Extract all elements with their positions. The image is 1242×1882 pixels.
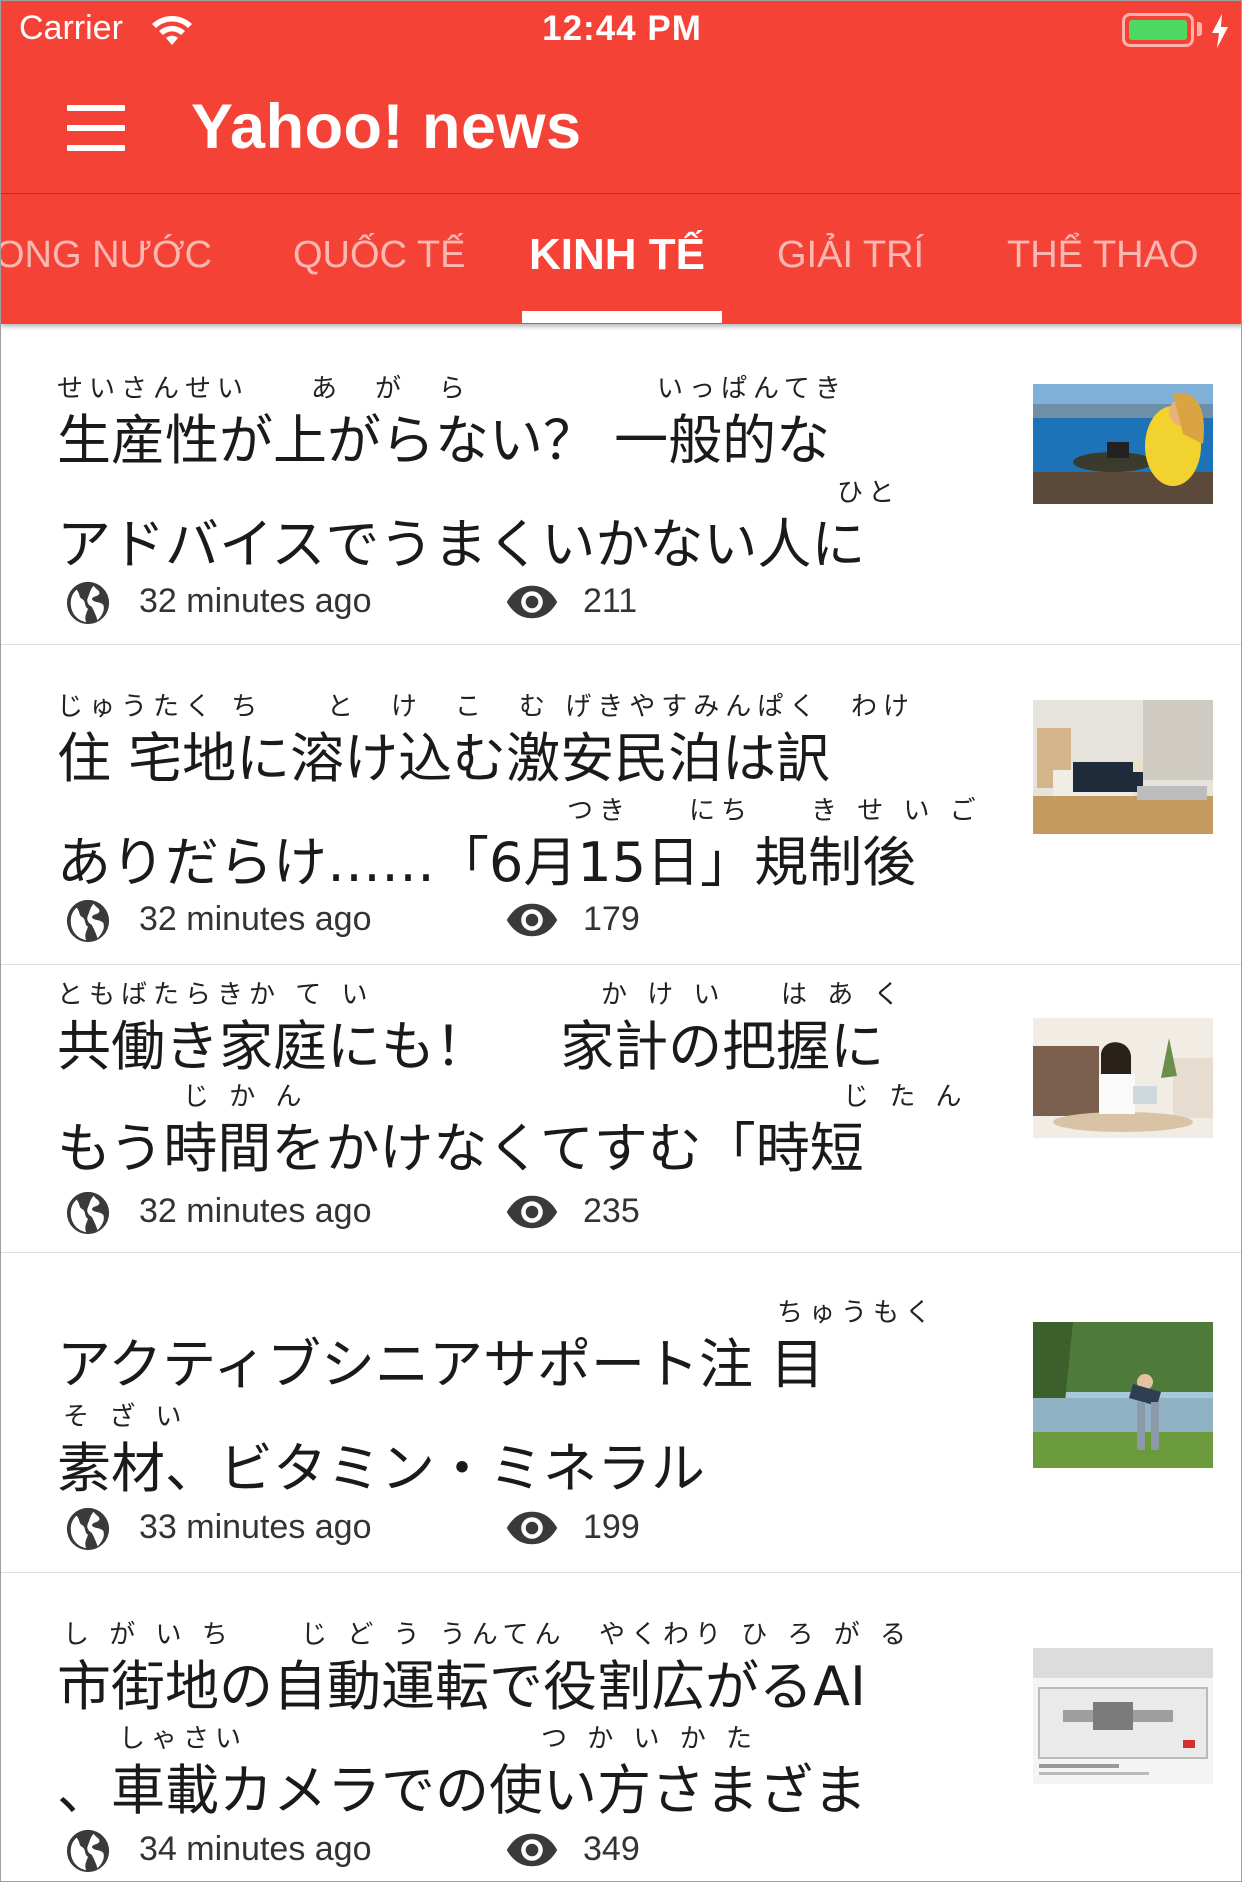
app-bar: Yahoo! news — [1, 63, 1241, 194]
view-count: 179 — [583, 900, 640, 938]
article-thumbnail — [1033, 700, 1213, 834]
tab-quoc-te[interactable]: QUỐC TẾ — [293, 234, 465, 277]
article-thumbnail — [1033, 384, 1213, 504]
tab-the-thao[interactable]: THỂ THAO — [1007, 234, 1198, 277]
globe-icon — [66, 1191, 110, 1235]
article-item[interactable]: ちゅうもく アクティブシニアサポート注 目 そ ざ い 素材、ビタミン・ミネラル… — [1, 1252, 1241, 1573]
ruby-text: わけ — [851, 692, 916, 722]
article-thumbnail — [1033, 1018, 1213, 1138]
article-thumbnail — [1033, 1648, 1213, 1784]
eye-icon — [506, 903, 558, 937]
tab-giai-tri[interactable]: GIẢI TRÍ — [777, 234, 924, 277]
status-bar: Carrier 12:44 PM — [1, 1, 1241, 63]
globe-icon — [66, 899, 110, 943]
article-title-line: 共働き家庭にも！ 家計の把握に — [57, 1015, 885, 1078]
article-item[interactable]: ともばたらきか て い か け い は あ く 共働き家庭にも！ 家計の把握に … — [1, 964, 1241, 1253]
article-title-line: アクティブシニアサポート注 目 — [57, 1333, 825, 1396]
app-title: Yahoo! news — [191, 92, 582, 162]
article-title-line: アドバイスでうまくいかない人に — [57, 513, 866, 576]
article-title-line: 生産性が上がらない？ 一般的な — [57, 409, 831, 472]
view-count: 235 — [583, 1192, 640, 1230]
article-title-line: 素材、ビタミン・ミネラル — [57, 1437, 705, 1500]
globe-icon — [66, 1829, 110, 1873]
app-screen: Carrier 12:44 PM Yahoo! news ONG NƯỚC QU… — [0, 0, 1242, 1882]
eye-icon — [506, 1511, 558, 1545]
view-count: 211 — [583, 582, 638, 620]
article-title-line: 市街地の自動運転で役割広がるAI — [57, 1655, 866, 1718]
eye-icon — [506, 585, 558, 619]
article-item[interactable]: せいさんせい あ が ら いっぱんてき 生産性が上がらない？ 一般的な ひと ア… — [1, 326, 1241, 645]
view-count: 199 — [583, 1508, 640, 1546]
globe-icon — [66, 1507, 110, 1551]
article-time: 34 minutes ago — [139, 1830, 372, 1868]
clock: 12:44 PM — [542, 9, 702, 48]
article-item[interactable]: し が い ち じ ど う うんてん やくわり ひ ろ が る 市街地の自動運転… — [1, 1572, 1241, 1881]
menu-icon[interactable] — [53, 93, 139, 163]
battery-icon — [1122, 13, 1194, 47]
article-title-line: もう時間をかけなくてすむ「時短 — [57, 1117, 864, 1180]
battery-nub — [1197, 22, 1202, 36]
article-item[interactable]: じゅうたく ち と け こ む げきやすみんぱく わけ 住 宅地に溶け込む激安民… — [1, 644, 1241, 965]
article-time: 32 minutes ago — [139, 582, 372, 620]
article-thumbnail — [1033, 1322, 1213, 1468]
article-title-line: 住 宅地に溶け込む激安民泊は訳 — [57, 727, 831, 790]
globe-icon — [66, 581, 110, 625]
tab-trong-nuoc[interactable]: ONG NƯỚC — [1, 234, 212, 277]
tab-kinh-te[interactable]: KINH TẾ — [529, 230, 705, 280]
article-title-line: ありだらけ……「6月15日」規制後 — [57, 831, 917, 894]
active-tab-indicator — [522, 311, 722, 323]
article-title-line: 、車載カメラでの使い方さまざま — [57, 1759, 867, 1822]
eye-icon — [506, 1833, 558, 1867]
eye-icon — [506, 1195, 558, 1229]
article-time: 32 minutes ago — [139, 900, 372, 938]
charging-bolt-icon — [1212, 14, 1228, 48]
article-time: 32 minutes ago — [139, 1192, 372, 1230]
category-tab-bar: ONG NƯỚC QUỐC TẾ KINH TẾ GIẢI TRÍ THỂ TH… — [1, 194, 1241, 324]
article-time: 33 minutes ago — [139, 1508, 372, 1546]
view-count: 349 — [583, 1830, 640, 1868]
